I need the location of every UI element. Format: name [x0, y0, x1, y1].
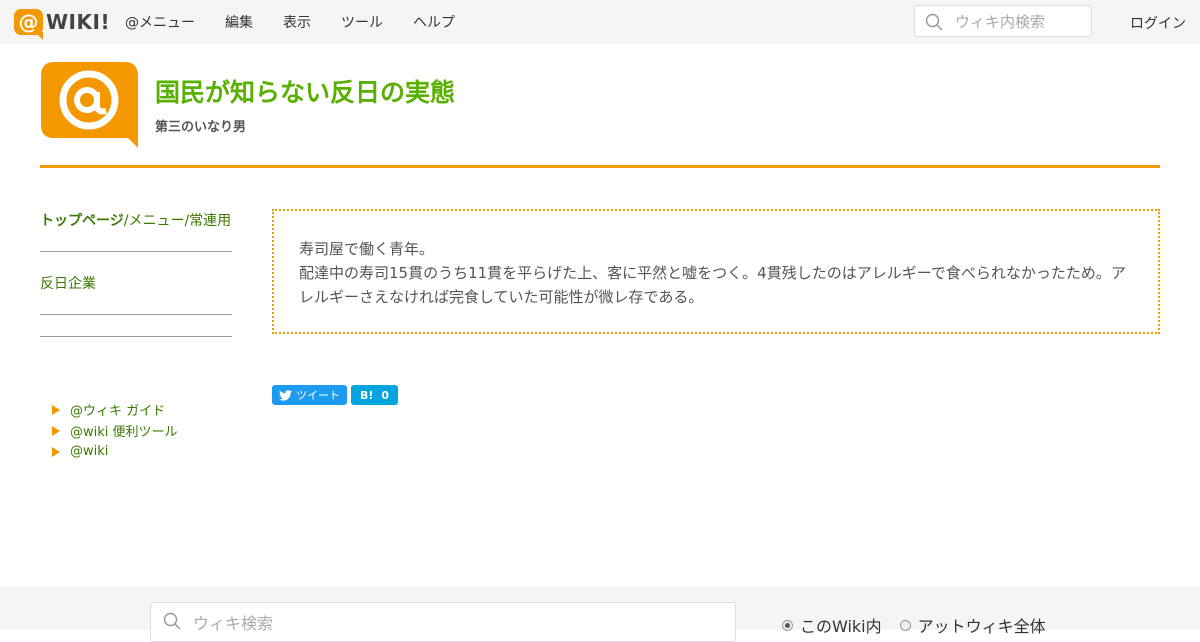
tweet-button[interactable]: ツイート — [272, 385, 347, 405]
radio-all-atwiki[interactable]: アットウィキ全体 — [899, 613, 1046, 637]
footer-search-box — [150, 602, 736, 642]
tweet-label: ツイート — [296, 389, 340, 402]
twitter-bird-icon — [279, 389, 292, 401]
content-box: 寿司屋で働く青年。 配達中の寿司15貫のうち11貫を平らげた上、客に平然と嘘をつ… — [272, 209, 1160, 334]
breadcrumb: トップページ/メニュー/常連用 — [40, 210, 231, 230]
content-paragraph: 配達中の寿司15貫のうち11貫を平らげた上、客に平然と嘘をつく。4貫残したのはア… — [299, 264, 1126, 306]
hatena-bookmark-icon: B! — [359, 388, 374, 402]
radio-unchecked-icon — [899, 619, 911, 631]
menu-at-menu[interactable]: @メニュー — [125, 12, 195, 32]
triangle-right-icon — [52, 404, 60, 415]
top-navbar: @ WIKI! @メニュー 編集 表示 ツール ヘルプ ログイン — [0, 0, 1200, 44]
menu-help[interactable]: ヘルプ — [413, 12, 455, 32]
menu-tools[interactable]: ツール — [341, 12, 383, 32]
radio-this-wiki[interactable]: このWiki内 — [782, 613, 882, 637]
radio-label: このWiki内 — [800, 617, 882, 636]
sidebar-link-label: @wiki 便利ツール — [70, 425, 178, 440]
sidebar-divider — [40, 336, 232, 337]
sidebar-divider — [40, 314, 232, 315]
search-icon — [163, 612, 181, 630]
main-menu: @メニュー 編集 表示 ツール ヘルプ — [125, 0, 485, 44]
share-buttons: ツイート B! 0 — [272, 385, 398, 405]
menu-view[interactable]: 表示 — [283, 12, 311, 32]
page-subtitle: 第三のいなり男 — [155, 120, 247, 135]
search-scope-radio-group: このWiki内 アットウィキ全体 — [782, 613, 1064, 637]
wiki-search-box — [914, 5, 1092, 37]
footer: このWiki内 アットウィキ全体 — [0, 587, 1200, 642]
sidebar-link-label: @wiki — [70, 444, 109, 459]
wiki-search-input[interactable] — [953, 9, 1087, 35]
sidebar-link-atwiki[interactable]: @wiki — [52, 441, 178, 462]
sidebar-divider — [40, 251, 232, 252]
hatena-bookmark-button[interactable]: B! 0 — [351, 385, 398, 405]
sidebar-links: @ウィキ ガイド @wiki 便利ツール @wiki — [52, 399, 178, 462]
sidebar-link-tools[interactable]: @wiki 便利ツール — [52, 420, 178, 441]
sidebar-link-label: @ウィキ ガイド — [70, 404, 166, 419]
content-body: 寿司屋で働く青年。 配達中の寿司15貫のうち11貫を平らげた上、客に平然と嘘をつ… — [299, 237, 1139, 309]
header-divider — [40, 165, 1160, 168]
atwiki-logo[interactable]: @ WIKI! — [14, 8, 111, 40]
triangle-right-icon — [52, 425, 60, 436]
top-page-link[interactable]: トップページ — [40, 213, 124, 229]
menu-edit[interactable]: 編集 — [225, 12, 253, 32]
breadcrumb-path[interactable]: /メニュー/常連用 — [124, 213, 231, 229]
sidebar-link-guide[interactable]: @ウィキ ガイド — [52, 399, 178, 420]
page-title[interactable]: 国民が知らない反日の実態 — [155, 73, 455, 109]
login-link[interactable]: ログイン — [1130, 13, 1186, 33]
site-logo-icon[interactable] — [40, 61, 140, 151]
hatena-count: 0 — [381, 388, 390, 402]
logo-text: WIKI! — [46, 10, 111, 34]
search-icon — [925, 13, 943, 31]
footer-search-input[interactable] — [191, 610, 715, 636]
radio-checked-icon — [782, 619, 793, 631]
triangle-right-icon — [52, 446, 60, 457]
radio-label: アットウィキ全体 — [917, 617, 1046, 636]
at-logo-icon: @ — [14, 9, 43, 40]
sidebar-item-anti-japan-companies[interactable]: 反日企業 — [40, 273, 96, 293]
content-paragraph: 寿司屋で働く青年。 — [299, 240, 435, 258]
